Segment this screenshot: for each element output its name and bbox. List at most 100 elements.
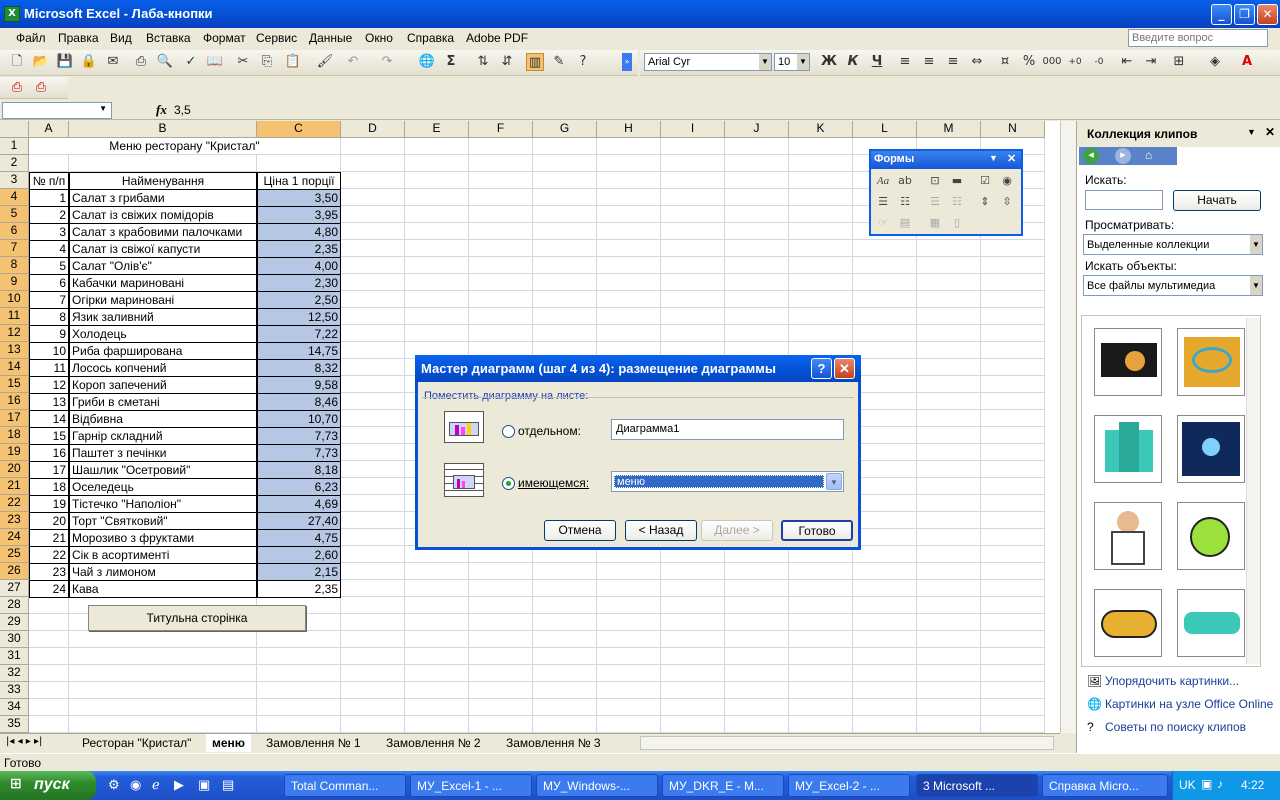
- row-header[interactable]: 7: [0, 240, 29, 257]
- grid-cell[interactable]: [341, 274, 405, 291]
- grid-cell[interactable]: [533, 580, 597, 597]
- item-number[interactable]: 21: [29, 529, 69, 547]
- grid-cell[interactable]: [469, 325, 533, 342]
- grid-cell[interactable]: [917, 444, 981, 461]
- grid-cell[interactable]: [661, 274, 725, 291]
- item-number[interactable]: 6: [29, 274, 69, 292]
- grid-cell[interactable]: [597, 648, 661, 665]
- grid-cell[interactable]: [341, 240, 405, 257]
- organize-clips-link[interactable]: Упорядочить картинки...: [1105, 674, 1239, 688]
- name-box[interactable]: ▼: [2, 102, 112, 119]
- grid-cell[interactable]: [533, 614, 597, 631]
- grid-cell[interactable]: [469, 291, 533, 308]
- row-header[interactable]: 9: [0, 274, 29, 291]
- row-header[interactable]: 27: [0, 580, 29, 597]
- grid-cell[interactable]: [853, 716, 917, 733]
- grid-cell[interactable]: [405, 138, 469, 155]
- item-price[interactable]: 14,75: [257, 342, 341, 360]
- item-name[interactable]: Салат "Олів'є": [69, 257, 257, 275]
- horizontal-scrollbar[interactable]: [640, 736, 1054, 750]
- grid-cell[interactable]: [341, 478, 405, 495]
- combo-box-icon[interactable]: ☷: [895, 193, 915, 211]
- row-header[interactable]: 12: [0, 325, 29, 342]
- grid-cell[interactable]: [257, 699, 341, 716]
- close-icon[interactable]: ✕: [1265, 125, 1275, 139]
- open-icon[interactable]: 📂: [32, 53, 50, 71]
- row-header[interactable]: 13: [0, 342, 29, 359]
- row-header[interactable]: 18: [0, 427, 29, 444]
- grid-cell[interactable]: [661, 172, 725, 189]
- item-price[interactable]: 4,00: [257, 257, 341, 275]
- forms-toolbar-header[interactable]: Формы ▼ ✕: [871, 151, 1021, 169]
- item-price[interactable]: 8,46: [257, 393, 341, 411]
- borders-icon[interactable]: ⊞: [1170, 53, 1188, 71]
- grid-cell[interactable]: [661, 138, 725, 155]
- grid-cell[interactable]: [789, 257, 853, 274]
- column-header[interactable]: N: [981, 121, 1045, 138]
- grid-cell[interactable]: [917, 495, 981, 512]
- grid-cell[interactable]: [533, 648, 597, 665]
- row-header[interactable]: 10: [0, 291, 29, 308]
- item-price[interactable]: 2,50: [257, 291, 341, 309]
- task-help[interactable]: Справка Micro...: [1042, 774, 1168, 797]
- menu-adobe-pdf[interactable]: Adobe PDF: [466, 31, 528, 45]
- grid-cell[interactable]: [853, 342, 917, 359]
- grid-cell[interactable]: [469, 716, 533, 733]
- grid-cell[interactable]: [405, 716, 469, 733]
- item-name[interactable]: Морозиво з фруктами: [69, 529, 257, 547]
- grid-cell[interactable]: [853, 427, 917, 444]
- grid-cell[interactable]: [597, 189, 661, 206]
- row-header[interactable]: 25: [0, 546, 29, 563]
- grid-cell[interactable]: [29, 699, 69, 716]
- grid-cell[interactable]: [789, 597, 853, 614]
- tab-order-2[interactable]: Замовлення № 2: [380, 734, 487, 752]
- column-header[interactable]: A: [29, 121, 69, 138]
- grid-cell[interactable]: [597, 597, 661, 614]
- desktop-icon[interactable]: ▣: [198, 777, 210, 793]
- grid-cell[interactable]: [981, 274, 1045, 291]
- grid-cell[interactable]: [853, 614, 917, 631]
- grid-cell[interactable]: [341, 376, 405, 393]
- row-header[interactable]: 6: [0, 223, 29, 240]
- grid-cell[interactable]: [917, 580, 981, 597]
- combo-dropdown-icon[interactable]: ☷: [947, 193, 967, 211]
- quicklaunch-icon[interactable]: ⚙: [108, 777, 120, 793]
- item-price[interactable]: 7,22: [257, 325, 341, 343]
- item-name[interactable]: Салат із свіжих помідорів: [69, 206, 257, 224]
- grid-cell[interactable]: [725, 138, 789, 155]
- grid-cell[interactable]: [789, 172, 853, 189]
- existing-sheet-select[interactable]: меню ▼: [611, 471, 844, 492]
- new-sheet-name-input[interactable]: Диаграмма1: [611, 419, 844, 440]
- grid-cell[interactable]: [981, 257, 1045, 274]
- grid-cell[interactable]: [789, 665, 853, 682]
- grid-cell[interactable]: [725, 257, 789, 274]
- item-name[interactable]: Лосось копчений: [69, 359, 257, 377]
- grid-cell[interactable]: [405, 257, 469, 274]
- search-input[interactable]: [1085, 190, 1163, 210]
- row-header[interactable]: 33: [0, 682, 29, 699]
- grid-cell[interactable]: [341, 461, 405, 478]
- row-header[interactable]: 2: [0, 155, 29, 172]
- tab-nav-arrows[interactable]: |◂ ◂ ▸ ▸|: [6, 736, 42, 747]
- column-header[interactable]: G: [533, 121, 597, 138]
- row-header[interactable]: 30: [0, 631, 29, 648]
- grid-cell[interactable]: [981, 631, 1045, 648]
- grid-cell[interactable]: [853, 512, 917, 529]
- grid-cell[interactable]: [341, 597, 405, 614]
- back-icon[interactable]: ◂: [1083, 148, 1099, 164]
- grid-cell[interactable]: [597, 240, 661, 257]
- menu-window[interactable]: Окно: [365, 31, 393, 45]
- grid-cell[interactable]: [853, 495, 917, 512]
- grid-cell[interactable]: [789, 291, 853, 308]
- grid-cell[interactable]: [789, 325, 853, 342]
- row-header[interactable]: 23: [0, 512, 29, 529]
- grid-cell[interactable]: [725, 223, 789, 240]
- grid-cell[interactable]: [917, 427, 981, 444]
- finish-button[interactable]: Готово: [781, 520, 853, 541]
- ask-question-input[interactable]: Введите вопрос: [1128, 29, 1268, 47]
- grid-cell[interactable]: [981, 529, 1045, 546]
- existing-sheet-label[interactable]: имеющемся:: [518, 476, 589, 490]
- close-button[interactable]: ✕: [1257, 4, 1278, 25]
- grid-cell[interactable]: [917, 410, 981, 427]
- column-header[interactable]: I: [661, 121, 725, 138]
